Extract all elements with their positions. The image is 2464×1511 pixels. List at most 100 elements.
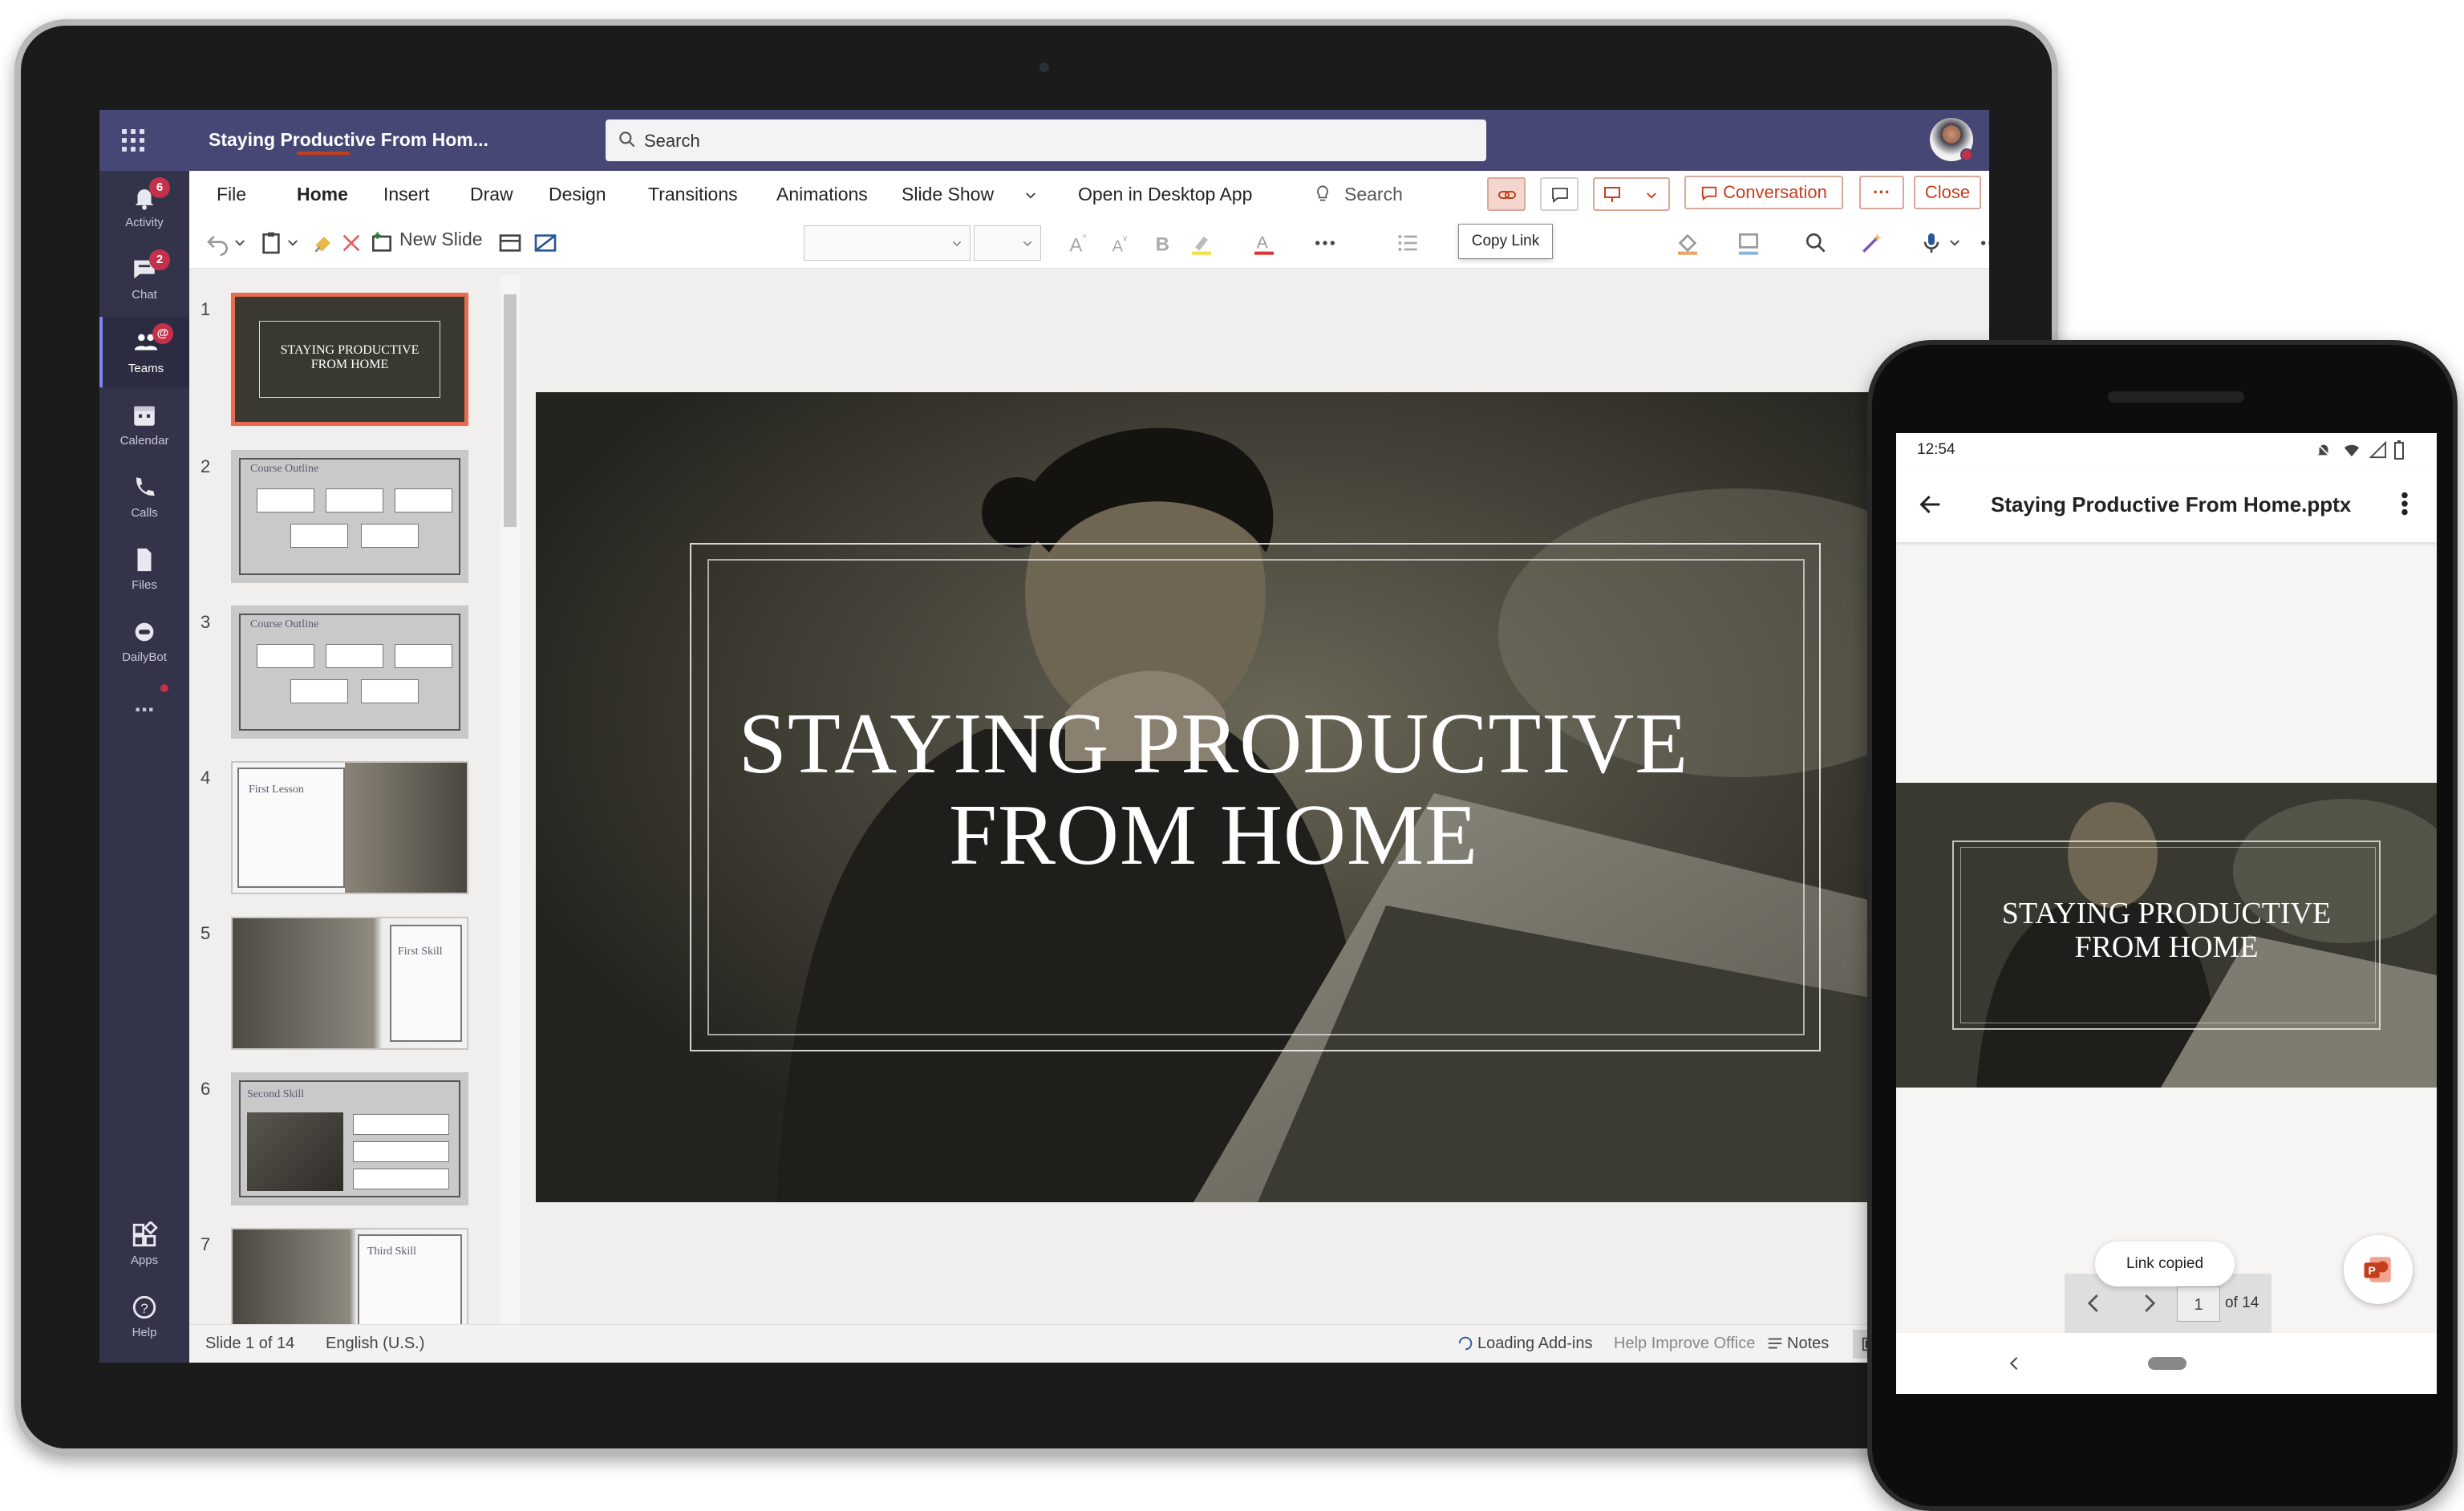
format-painter-icon[interactable] xyxy=(311,230,337,256)
rail-item-activity[interactable]: 6 Activity xyxy=(99,171,189,241)
addins-icon xyxy=(1458,1336,1473,1351)
tab-slide-show[interactable]: Slide Show xyxy=(902,184,994,205)
slide-title[interactable]: STAYING PRODUCTIVE FROM HOME xyxy=(536,699,1891,881)
font-size-select[interactable] xyxy=(974,225,1041,261)
thumb-content-box xyxy=(257,644,314,668)
tab-design[interactable]: Design xyxy=(549,184,606,205)
rail-item-files[interactable]: Files xyxy=(99,533,189,604)
tablet-camera xyxy=(1040,63,1049,72)
shape-outline-icon[interactable] xyxy=(1736,230,1761,256)
tab-insert[interactable]: Insert xyxy=(383,184,430,205)
shape-fill-icon[interactable] xyxy=(1675,230,1700,256)
apps-icon xyxy=(132,1221,158,1247)
notification-dot xyxy=(160,684,168,692)
rail-item-help[interactable]: ? Help xyxy=(99,1281,189,1351)
slide-thumbnail-6[interactable]: Second Skill xyxy=(231,1072,468,1205)
app-launcher-icon[interactable] xyxy=(122,129,144,152)
open-desktop-app-link[interactable]: Open in Desktop App xyxy=(1078,184,1252,205)
chevron-down-icon[interactable] xyxy=(1023,188,1038,203)
phone-screen: 12:54 Staying Productive From Home.pptx … xyxy=(1896,433,2437,1394)
scrollbar-thumb[interactable] xyxy=(504,294,517,527)
more-font-options-icon[interactable] xyxy=(1312,230,1338,256)
chevron-down-icon[interactable] xyxy=(1947,230,1962,256)
chevron-down-icon[interactable] xyxy=(233,230,247,256)
font-family-select[interactable] xyxy=(804,225,971,261)
paste-icon[interactable] xyxy=(258,230,284,256)
ppt-ribbon: New Slide A^ Av B A 123 xyxy=(189,217,1989,269)
dictate-icon[interactable] xyxy=(1919,230,1944,256)
font-color-icon[interactable]: A xyxy=(1251,230,1277,256)
slide-thumbnail-3[interactable]: Course Outline xyxy=(231,606,468,739)
rail-item-apps[interactable]: Apps xyxy=(99,1209,189,1279)
layout-icon[interactable] xyxy=(497,230,523,256)
slide-thumbnail-4[interactable]: First Lesson xyxy=(231,761,468,894)
chat-badge: 2 xyxy=(149,249,170,270)
design-ideas-icon[interactable] xyxy=(533,230,558,256)
powerpoint-fab[interactable]: P xyxy=(2344,1235,2413,1304)
rail-item-teams[interactable]: @ Teams xyxy=(99,317,189,387)
nav-home-pill[interactable] xyxy=(2148,1357,2186,1370)
tab-home[interactable]: Home xyxy=(297,184,348,205)
bullets-icon[interactable] xyxy=(1396,230,1421,256)
rail-more-apps[interactable]: ... xyxy=(99,692,189,732)
copy-link-tooltip: Copy Link xyxy=(1458,224,1553,259)
next-page-icon[interactable] xyxy=(2137,1290,2161,1317)
teams-app-rail: 6 Activity 2 Chat @ Teams Calendar Calls… xyxy=(99,171,189,1363)
thumb-title: Third Skill xyxy=(367,1246,417,1258)
shrink-font-icon[interactable]: Av xyxy=(1107,230,1133,256)
new-slide-button[interactable]: New Slide xyxy=(399,229,483,250)
previous-page-icon[interactable] xyxy=(2082,1290,2106,1317)
designer-icon[interactable] xyxy=(1859,230,1885,256)
nav-back-icon[interactable] xyxy=(2005,1352,2023,1375)
grow-font-icon[interactable]: A ^ xyxy=(1065,230,1091,256)
slide-thumbnail-1[interactable]: STAYING PRODUCTIVE FROM HOME xyxy=(231,293,468,426)
language-indicator[interactable]: English (U.S.) xyxy=(326,1335,424,1353)
comments-button[interactable] xyxy=(1540,177,1578,211)
tab-animations[interactable]: Animations xyxy=(776,184,868,205)
thumb-content-box xyxy=(353,1114,449,1135)
overflow-menu-icon[interactable] xyxy=(2398,489,2411,518)
new-slide-icon[interactable] xyxy=(369,230,395,256)
rail-item-calendar[interactable]: Calendar xyxy=(99,389,189,460)
bold-icon[interactable]: B xyxy=(1150,230,1176,256)
slide-canvas[interactable]: STAYING PRODUCTIVE FROM HOME xyxy=(536,392,1891,1202)
close-label: Close xyxy=(1924,182,1971,202)
document-title: Staying Productive From Hom... xyxy=(209,129,488,150)
page-number-input[interactable]: 1 xyxy=(2177,1286,2220,1322)
tab-file[interactable]: File xyxy=(217,184,246,205)
phone-status-bar: 12:54 xyxy=(1896,433,2437,465)
find-icon[interactable] xyxy=(1803,230,1829,256)
powerpoint-icon: P xyxy=(2364,1257,2391,1282)
teams-search-input[interactable]: Search xyxy=(606,120,1486,161)
notes-toggle[interactable]: Notes xyxy=(1787,1335,1829,1353)
slide-thumbnail-5[interactable]: First Skill xyxy=(231,917,468,1050)
rail-item-dailybot[interactable]: DailyBot xyxy=(99,606,189,676)
phone-slide-preview[interactable]: STAYING PRODUCTIVE FROM HOME xyxy=(1896,783,2437,1088)
thumb-title: Second Skill xyxy=(247,1088,305,1100)
conversation-button[interactable]: Conversation xyxy=(1684,176,1843,209)
highlight-icon[interactable] xyxy=(1189,230,1214,256)
close-button[interactable]: Close xyxy=(1914,176,1981,209)
slide-thumbnail-2[interactable]: Course Outline xyxy=(231,450,468,583)
tab-draw[interactable]: Draw xyxy=(470,184,513,205)
back-arrow-icon[interactable] xyxy=(1917,491,1944,518)
rail-label: Apps xyxy=(130,1254,159,1267)
tab-transitions[interactable]: Transitions xyxy=(648,184,738,205)
chevron-down-icon xyxy=(952,241,962,247)
copy-link-button[interactable] xyxy=(1487,177,1526,211)
undo-icon[interactable] xyxy=(205,230,231,256)
slide-title-line-1: STAYING PRODUCTIVE xyxy=(738,696,1689,792)
rail-item-calls[interactable]: Calls xyxy=(99,461,189,532)
phone-slide-title: STAYING PRODUCTIVE FROM HOME xyxy=(1896,897,2437,964)
thumb-number: 7 xyxy=(201,1234,211,1254)
rail-label: Help xyxy=(132,1326,157,1339)
tell-me-search[interactable]: Search xyxy=(1344,184,1403,205)
more-options-button[interactable]: ··· xyxy=(1859,176,1904,209)
chevron-down-icon[interactable] xyxy=(286,230,300,256)
clear-formatting-icon[interactable] xyxy=(338,230,364,256)
help-improve-office-link[interactable]: Help Improve Office xyxy=(1614,1335,1755,1353)
present-button[interactable] xyxy=(1593,177,1670,211)
wifi-icon xyxy=(2344,444,2360,457)
more-icon[interactable] xyxy=(1978,230,1989,256)
rail-item-chat[interactable]: 2 Chat xyxy=(99,243,189,314)
